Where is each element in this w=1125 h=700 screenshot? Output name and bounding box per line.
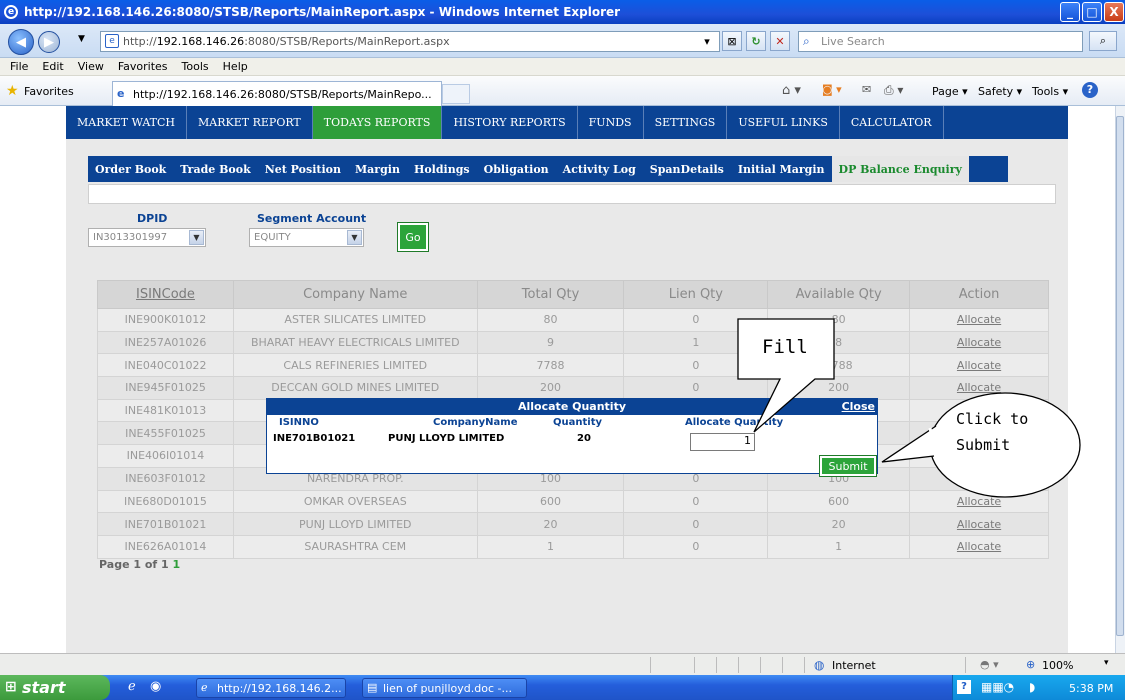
taskbar-word-window[interactable]: ▤ lien of punjlloyd.doc -... (362, 678, 527, 698)
menu-tools[interactable]: Tools (182, 60, 209, 73)
ie-icon: ℯ (201, 681, 208, 694)
clock[interactable]: 5:38 PM (1069, 682, 1113, 695)
favorites-button[interactable]: Favorites (24, 85, 74, 98)
print-icon[interactable]: ⎙ ▾ (884, 83, 903, 98)
close-window-button[interactable]: X (1104, 2, 1124, 22)
home-icon[interactable]: ⌂ ▾ (782, 83, 801, 98)
url-host: 192.168.146.26 (156, 35, 245, 48)
submit-callout-pointer (881, 425, 937, 463)
fill-callout-text: Fill (762, 336, 808, 358)
address-input[interactable]: e http://192.168.146.26:8080/STSB/Report… (100, 31, 720, 52)
history-dropdown-icon[interactable]: ▼ (78, 34, 85, 44)
taskbar-item2-label: lien of punjlloyd.doc -... (383, 681, 512, 695)
ie-logo-icon: e (4, 5, 18, 19)
tray-network-icon[interactable]: ▦▦◔ (981, 680, 1014, 694)
status-divider (965, 657, 966, 673)
start-label: start (22, 678, 66, 697)
tray-help-icon[interactable]: ? (957, 680, 971, 694)
address-toolbar: ◀ ▶ ▼ e http://192.168.146.26:8080/STSB/… (0, 24, 1125, 58)
new-tab-button[interactable] (442, 84, 470, 104)
mail-icon[interactable]: ✉ (862, 83, 871, 96)
click-callout-line1: Click to (956, 410, 1029, 428)
window-title-bar: e http://192.168.146.26:8080/STSB/Report… (0, 0, 1125, 24)
zoom-dropdown-icon[interactable]: ▾ (1104, 658, 1109, 668)
windows-logo-icon: ⊞ (5, 679, 17, 695)
live-search-icon: ⌕ (803, 34, 810, 48)
favorites-bar: ★ Favorites e http://192.168.146.26:8080… (0, 76, 1125, 106)
taskbar-item1-label: http://192.168.146.2... (217, 681, 342, 695)
menu-file[interactable]: File (10, 60, 28, 73)
taskbar-ie-window[interactable]: ℯ http://192.168.146.2... (196, 678, 346, 698)
status-divider (804, 657, 805, 673)
scrollbar-thumb[interactable] (1116, 116, 1124, 636)
page-icon: e (105, 34, 119, 48)
tab-title: http://192.168.146.26:8080/STSB/Reports/… (133, 87, 432, 101)
favorites-star-icon: ★ (6, 83, 19, 99)
stop-icon[interactable]: ✕ (770, 31, 790, 51)
status-divider (738, 657, 739, 673)
menu-bar: File Edit View Favorites Tools Help (0, 58, 1125, 76)
url-rest: :8080/STSB/Reports/MainReport.aspx (244, 35, 450, 48)
refresh-icon[interactable]: ↻ (746, 31, 766, 51)
search-button[interactable]: ⌕ (1089, 31, 1117, 51)
ie-quicklaunch-icon[interactable]: ℯ (128, 679, 136, 694)
zone-label: Internet (832, 659, 876, 672)
page-menu[interactable]: Page ▾ (932, 85, 968, 98)
status-divider (760, 657, 761, 673)
compatibility-icon[interactable]: ⊠ (722, 31, 742, 51)
feeds-icon[interactable]: ◙ ▾ (822, 83, 842, 96)
tools-menu[interactable]: Tools ▾ (1032, 85, 1068, 98)
zoom-level[interactable]: 100% (1042, 659, 1073, 672)
browser-tab[interactable]: e http://192.168.146.26:8080/STSB/Report… (112, 81, 442, 106)
forward-arrow-icon: ▶ (44, 34, 54, 50)
protected-mode-icon[interactable]: ◓ ▾ (980, 658, 999, 671)
menu-favorites[interactable]: Favorites (118, 60, 168, 73)
menu-view[interactable]: View (78, 60, 104, 73)
desktop-quicklaunch-icon[interactable]: ◉ (150, 679, 161, 694)
search-icon: ⌕ (1099, 34, 1107, 47)
search-placeholder: Live Search (821, 35, 885, 48)
minimize-button[interactable]: _ (1060, 2, 1080, 22)
zoom-icon[interactable]: ⊕ (1026, 658, 1035, 671)
start-button[interactable]: ⊞ start (0, 675, 110, 700)
tray-volume-icon[interactable]: ◗ (1029, 680, 1035, 694)
address-dropdown-icon[interactable]: ▾ (697, 31, 717, 51)
url-prefix: http:// (123, 35, 157, 48)
menu-help[interactable]: Help (223, 60, 248, 73)
click-callout-line2: Submit (956, 436, 1011, 454)
safety-menu[interactable]: Safety ▾ (978, 85, 1022, 98)
globe-icon: ◍ (814, 658, 825, 672)
annotation-callouts (737, 318, 1081, 498)
maximize-button[interactable]: □ (1082, 2, 1102, 22)
forward-button[interactable]: ▶ (38, 31, 60, 53)
help-icon[interactable]: ? (1082, 82, 1098, 98)
status-bar: ◍ Internet ◓ ▾ ⊕ 100% ▾ (0, 653, 1125, 675)
status-divider (694, 657, 695, 673)
tab-page-icon: e (117, 87, 125, 100)
menu-edit[interactable]: Edit (42, 60, 63, 73)
system-tray: ? ▦▦◔ ◗ 5:38 PM (952, 675, 1125, 700)
word-doc-icon: ▤ (367, 681, 378, 694)
back-button[interactable]: ◀ (8, 29, 34, 55)
status-divider (782, 657, 783, 673)
search-input[interactable]: ⌕ Live Search (798, 31, 1083, 52)
page-content: MARKET WATCH MARKET REPORT TODAYS REPORTS H… (0, 106, 1115, 653)
window-title: http://192.168.146.26:8080/STSB/Reports/… (24, 5, 621, 19)
status-divider (716, 657, 717, 673)
back-arrow-icon: ◀ (16, 34, 26, 50)
status-divider (650, 657, 651, 673)
taskbar: ⊞ start ℯ ◉ ℯ http://192.168.146.2... ▤ … (0, 675, 1125, 700)
